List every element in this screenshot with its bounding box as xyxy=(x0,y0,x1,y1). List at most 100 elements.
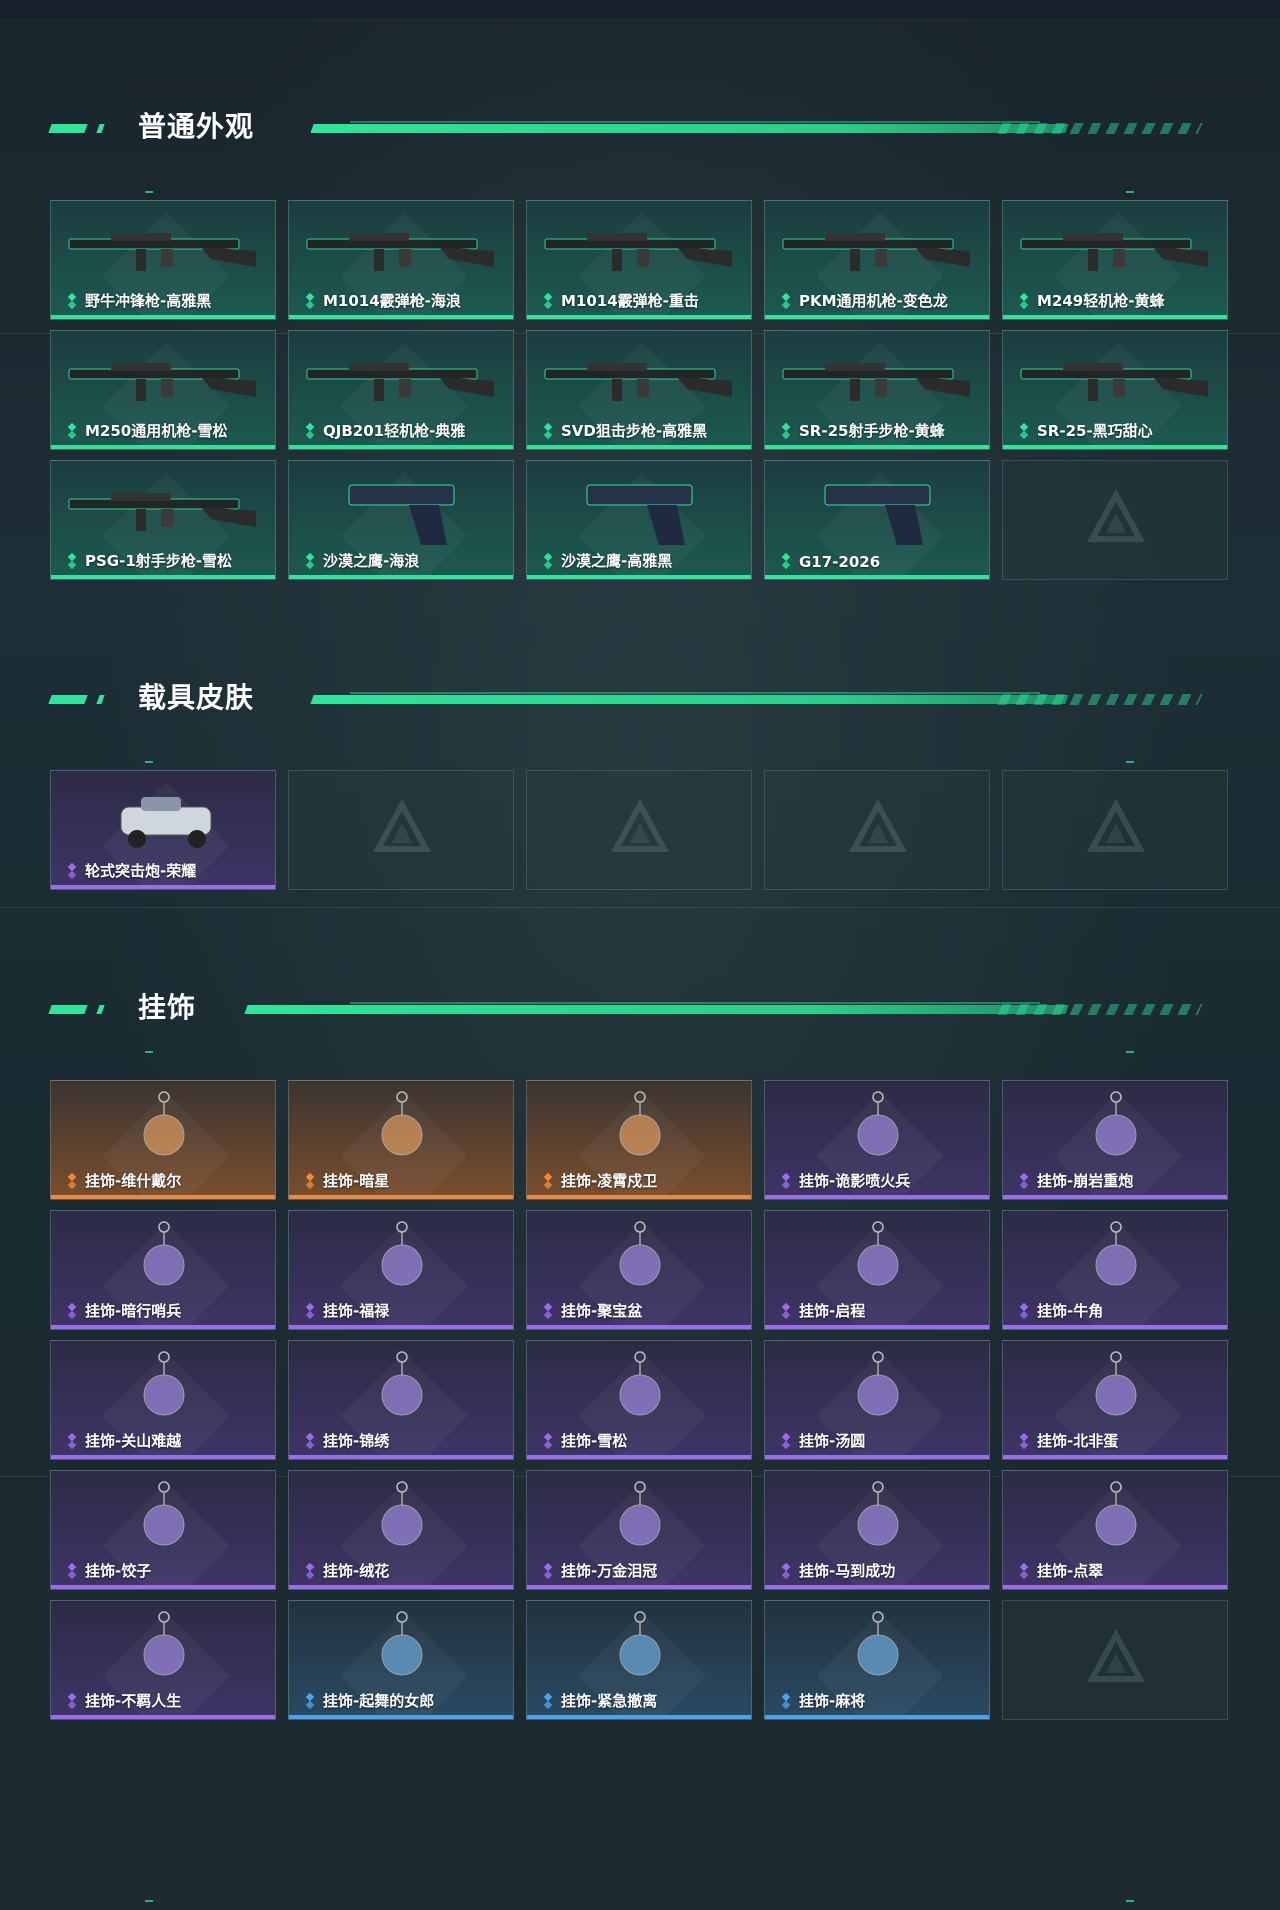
item-card[interactable]: SR-25-黑巧甜心 xyxy=(1002,330,1228,450)
item-card[interactable]: 挂饰-汤圆 xyxy=(764,1340,990,1460)
item-label: SR-25射手步枪-黄蜂 xyxy=(799,422,945,440)
rarity-diamond-icon xyxy=(543,293,553,309)
rarity-bar xyxy=(1003,1325,1227,1329)
item-card[interactable]: 挂饰-起舞的女郎 xyxy=(288,1600,514,1720)
rarity-diamond-icon xyxy=(1019,423,1029,439)
item-card[interactable]: 挂饰-饺子 xyxy=(50,1470,276,1590)
item-card[interactable]: 挂饰-暗行哨兵 xyxy=(50,1210,276,1330)
item-card[interactable]: SR-25射手步枪-黄蜂 xyxy=(764,330,990,450)
pistol-icon xyxy=(586,484,693,545)
item-label: 挂饰-聚宝盆 xyxy=(561,1302,643,1320)
empty-slot xyxy=(764,770,990,890)
item-card[interactable]: 沙漠之鹰-海浪 xyxy=(288,460,514,580)
item-card[interactable]: 沙漠之鹰-高雅黑 xyxy=(526,460,752,580)
section-title: 载具皮肤 xyxy=(138,681,255,714)
item-card[interactable]: 挂饰-启程 xyxy=(764,1210,990,1330)
rarity-diamond-icon xyxy=(781,1693,791,1709)
item-label: 挂饰-马到成功 xyxy=(799,1562,896,1580)
charm-icon xyxy=(1095,1091,1137,1156)
section-header-vehicles: 载具皮肤 xyxy=(48,678,1203,718)
rarity-bar xyxy=(765,1195,989,1199)
rarity-bar xyxy=(1003,1585,1227,1589)
logo-watermark-icon xyxy=(848,799,908,852)
smg-icon xyxy=(68,233,256,271)
rarity-bar xyxy=(289,1195,513,1199)
pistol-icon xyxy=(348,484,455,545)
rarity-bar xyxy=(51,885,275,889)
item-card[interactable]: PKM通用机枪-变色龙 xyxy=(764,200,990,320)
tick-mark xyxy=(145,191,153,193)
item-label: 挂饰-凌霄戍卫 xyxy=(561,1172,658,1190)
item-card[interactable]: 挂饰-雪松 xyxy=(526,1340,752,1460)
item-label: 挂饰-不羁人生 xyxy=(85,1692,182,1710)
item-card[interactable]: QJB201轻机枪-典雅 xyxy=(288,330,514,450)
charm-icon xyxy=(857,1351,899,1416)
item-card[interactable]: 挂饰-聚宝盆 xyxy=(526,1210,752,1330)
header-bar-thin xyxy=(350,1002,1040,1004)
rarity-diamond-icon xyxy=(305,553,315,569)
item-card[interactable]: M1014霰弹枪-海浪 xyxy=(288,200,514,320)
item-card[interactable]: M249轻机枪-黄蜂 xyxy=(1002,200,1228,320)
item-card[interactable]: 野牛冲锋枪-高雅黑 xyxy=(50,200,276,320)
item-card[interactable]: 挂饰-麻将 xyxy=(764,1600,990,1720)
item-label: 沙漠之鹰-海浪 xyxy=(323,552,420,570)
header-stripes xyxy=(997,123,1203,134)
item-card[interactable]: M250通用机枪-雪松 xyxy=(50,330,276,450)
item-card[interactable]: 挂饰-暗星 xyxy=(288,1080,514,1200)
charm-icon xyxy=(143,1611,185,1676)
header-stripes xyxy=(997,694,1203,705)
rarity-diamond-icon xyxy=(1019,1433,1029,1449)
item-card[interactable]: 挂饰-北非蛋 xyxy=(1002,1340,1228,1460)
header-stripes xyxy=(997,1004,1203,1015)
item-card[interactable]: PSG-1射手步枪-雪松 xyxy=(50,460,276,580)
sniper-rifle-icon xyxy=(544,363,732,401)
section-title: 挂饰 xyxy=(138,991,197,1024)
item-label: 挂饰-暗星 xyxy=(323,1172,390,1190)
item-card[interactable]: 挂饰-福禄 xyxy=(288,1210,514,1330)
item-card[interactable]: 挂饰-万金泪冠 xyxy=(526,1470,752,1590)
item-card[interactable]: 挂饰-紧急撤离 xyxy=(526,1600,752,1720)
item-label: QJB201轻机枪-典雅 xyxy=(323,422,466,440)
header-accent xyxy=(96,1005,105,1014)
logo-watermark-icon xyxy=(372,799,432,852)
item-label: PKM通用机枪-变色龙 xyxy=(799,292,948,310)
tick-mark xyxy=(145,1051,153,1053)
item-card[interactable]: 挂饰-凌霄戍卫 xyxy=(526,1080,752,1200)
rarity-bar xyxy=(289,1715,513,1719)
item-label: 挂饰-北非蛋 xyxy=(1037,1432,1119,1450)
item-card[interactable]: 挂饰-不羁人生 xyxy=(50,1600,276,1720)
item-card[interactable]: 挂饰-崩岩重炮 xyxy=(1002,1080,1228,1200)
rarity-diamond-icon xyxy=(543,1173,553,1189)
rarity-diamond-icon xyxy=(781,293,791,309)
empty-slot xyxy=(1002,1600,1228,1720)
rifle-icon xyxy=(1020,363,1208,401)
rarity-diamond-icon xyxy=(67,1433,77,1449)
logo-watermark-icon xyxy=(610,799,670,852)
vehicles-grid: 轮式突击炮-荣耀 xyxy=(50,770,1230,892)
item-label: 挂饰-点翠 xyxy=(1037,1562,1104,1580)
item-label: 挂饰-雪松 xyxy=(561,1432,628,1450)
item-card[interactable]: 挂饰-诡影喷火兵 xyxy=(764,1080,990,1200)
item-card[interactable]: G17-2026 xyxy=(764,460,990,580)
item-card[interactable]: 挂饰-马到成功 xyxy=(764,1470,990,1590)
tick-mark xyxy=(145,1900,153,1902)
item-card[interactable]: 挂饰-锦绣 xyxy=(288,1340,514,1460)
charm-icon xyxy=(381,1091,423,1156)
item-card[interactable]: 挂饰-牛角 xyxy=(1002,1210,1228,1330)
rarity-bar xyxy=(289,1325,513,1329)
item-label: PSG-1射手步枪-雪松 xyxy=(85,552,232,570)
item-card[interactable]: 挂饰-关山难越 xyxy=(50,1340,276,1460)
item-card[interactable]: 轮式突击炮-荣耀 xyxy=(50,770,276,890)
item-card[interactable]: 挂饰-维什戴尔 xyxy=(50,1080,276,1200)
header-bar xyxy=(310,695,1069,704)
rarity-diamond-icon xyxy=(305,1433,315,1449)
sniper-rifle-icon xyxy=(68,493,256,531)
item-label: 挂饰-饺子 xyxy=(85,1562,152,1580)
item-card[interactable]: SVD狙击步枪-高雅黑 xyxy=(526,330,752,450)
item-card[interactable]: 挂饰-绒花 xyxy=(288,1470,514,1590)
header-bar-thin xyxy=(350,121,1040,123)
item-card[interactable]: M1014霰弹枪-重击 xyxy=(526,200,752,320)
empty-slot xyxy=(1002,770,1228,890)
charm-icon xyxy=(381,1481,423,1546)
item-card[interactable]: 挂饰-点翠 xyxy=(1002,1470,1228,1590)
